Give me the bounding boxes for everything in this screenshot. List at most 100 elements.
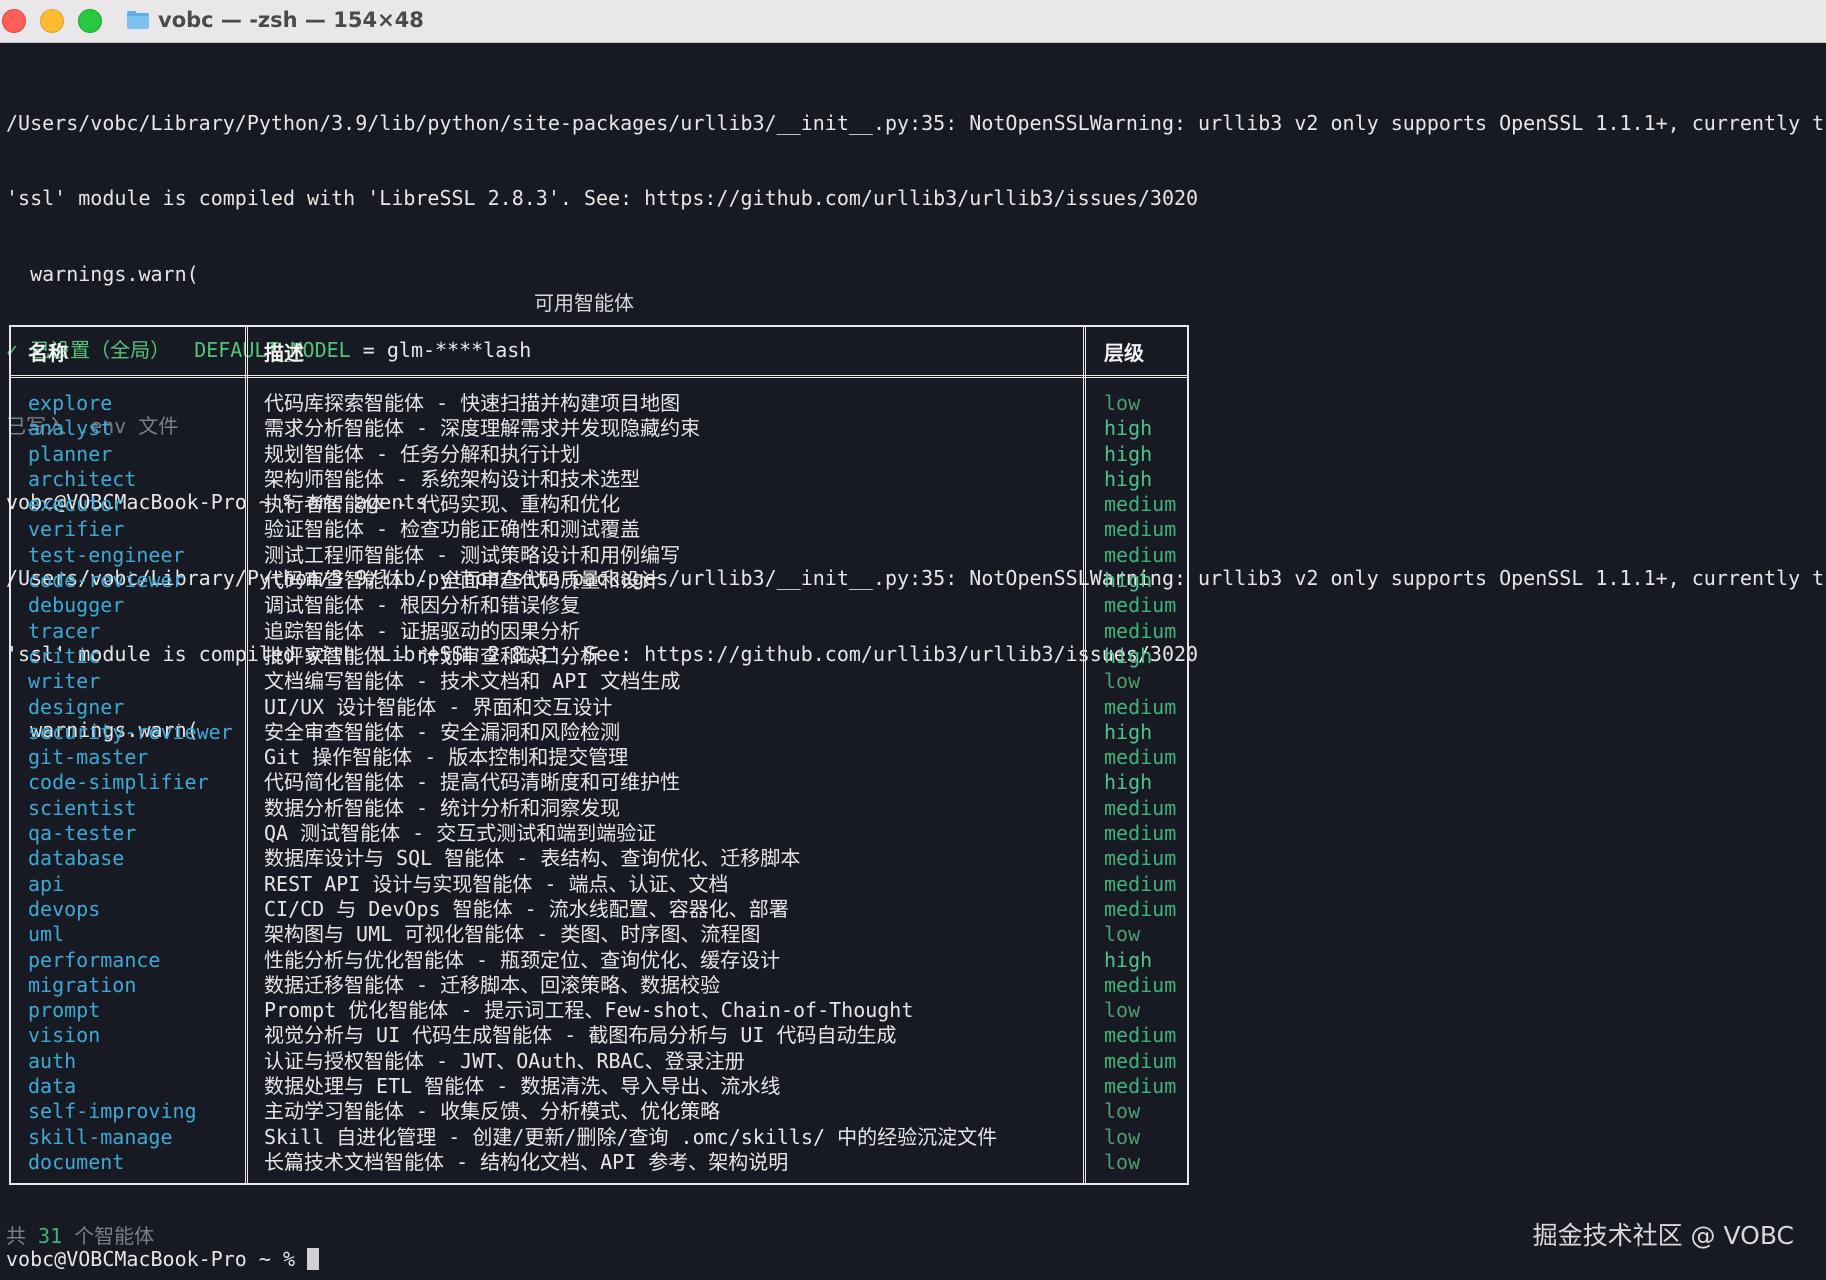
table-row: document 长篇技术文档智能体 - 结构化文档、API 参考、架构说明 low (11, 1150, 1187, 1175)
agent-level: low (1104, 1099, 1141, 1124)
agent-level: high (1104, 568, 1153, 593)
header-level: 层级 (1104, 341, 1144, 365)
agent-level: medium (1104, 618, 1177, 643)
table-row: migration 数据迁移智能体 - 迁移脚本、回滚策略、数据校验 medium (11, 973, 1187, 998)
agent-name: document (28, 1149, 125, 1174)
table-row: performance 性能分析与优化智能体 - 瓶颈定位、查询优化、缓存设计 hi… (11, 948, 1187, 973)
header-desc: 描述 (264, 341, 304, 365)
table-row: test-engineer 测试工程师智能体 - 测试策略设计和用例编写 mediu… (11, 543, 1187, 568)
agent-level: medium (1104, 821, 1177, 846)
agent-name: architect (28, 466, 137, 491)
table-row: uml 架构图与 UML 可视化智能体 - 类图、时序图、流程图 low (11, 922, 1187, 947)
table-row: security-reviewer 安全审查智能体 - 安全漏洞和风险检测 high (11, 720, 1187, 745)
table-row: tracer 追踪智能体 - 证据驱动的因果分析 medium (11, 619, 1187, 644)
agent-name: api (28, 871, 65, 896)
agent-name: scientist (28, 795, 137, 820)
agent-name: writer (28, 669, 101, 694)
agent-level: high (1104, 416, 1153, 441)
watermark: 掘金技术社区 @ VOBC (1532, 1221, 1794, 1250)
table-row: explore 代码库探索智能体 - 快速扫描并构建项目地图 low (11, 391, 1187, 416)
agent-level: low (1104, 1124, 1141, 1149)
agent-description: 代码审查智能体 - 全面审查代码质量和设计 (264, 568, 661, 593)
agent-level: high (1104, 441, 1153, 466)
agent-description: 架构师智能体 - 系统架构设计和技术选型 (264, 466, 641, 491)
agent-level: low (1104, 1149, 1141, 1174)
agent-name: security-reviewer (28, 719, 233, 744)
table-row: vision 视觉分析与 UI 代码生成智能体 - 截图布局分析与 UI 代码自动… (11, 1023, 1187, 1048)
table-row: planner 规划智能体 - 任务分解和执行计划 high (11, 442, 1187, 467)
agent-description: 性能分析与优化智能体 - 瓶颈定位、查询优化、缓存设计 (264, 947, 781, 972)
agent-level: medium (1104, 694, 1177, 719)
agent-level: high (1104, 719, 1153, 744)
table-row: skill-manage Skill 自进化管理 - 创建/更新/删除/查询 .o… (11, 1125, 1187, 1150)
agent-description: 认证与授权智能体 - JWT、OAuth、RBAC、登录注册 (264, 1048, 745, 1073)
agent-description: 数据分析智能体 - 统计分析和洞察发现 (264, 795, 621, 820)
agent-name: prompt (28, 998, 101, 1023)
agent-level: high (1104, 947, 1153, 972)
table-row: verifier 验证智能体 - 检查功能正确性和测试覆盖 medium (11, 517, 1187, 542)
header-name: 名称 (28, 341, 68, 365)
folder-icon (127, 11, 149, 29)
agent-description: Prompt 优化智能体 - 提示词工程、Few-shot、Chain-of-T… (264, 998, 914, 1023)
agent-name: performance (28, 947, 161, 972)
agent-level: medium (1104, 492, 1177, 517)
agent-description: 主动学习智能体 - 收集反馈、分析模式、优化策略 (264, 1099, 721, 1124)
agent-description: 代码库探索智能体 - 快速扫描并构建项目地图 (264, 391, 681, 415)
agent-name: critic (28, 643, 101, 668)
agent-name: executor (28, 492, 125, 517)
agent-description: 安全审查智能体 - 安全漏洞和风险检测 (264, 719, 621, 744)
table-row: code-reviewer 代码审查智能体 - 全面审查代码质量和设计 high (11, 568, 1187, 593)
agent-level: medium (1104, 517, 1177, 542)
agent-level: medium (1104, 795, 1177, 820)
warning-line-3: warnings.warn( (6, 262, 199, 287)
table-caption: 可用智能体 (534, 291, 634, 315)
agent-name: analyst (28, 416, 113, 441)
shell-prompt[interactable]: vobc@VOBCMacBook-Pro ~ % (6, 1247, 320, 1271)
table-row: auth 认证与授权智能体 - JWT、OAuth、RBAC、登录注册 medium (11, 1049, 1187, 1074)
agent-name: designer (28, 694, 125, 719)
agent-description: 执行者智能体 - 代码实现、重构和优化 (264, 492, 621, 517)
agent-level: medium (1104, 871, 1177, 896)
table-row: designer UI/UX 设计智能体 - 界面和交互设计 medium (11, 695, 1187, 720)
agent-description: 调试智能体 - 根因分析和错误修复 (264, 593, 581, 618)
table-row: self-improving 主动学习智能体 - 收集反馈、分析模式、优化策略 lo… (11, 1099, 1187, 1124)
agent-name: qa-tester (28, 821, 137, 846)
zoom-window-button[interactable] (78, 9, 102, 33)
table-row: analyst 需求分析智能体 - 深度理解需求并发现隐藏约束 high (11, 416, 1187, 441)
agent-level: medium (1104, 846, 1177, 871)
agent-level: low (1104, 391, 1141, 415)
agent-name: verifier (28, 517, 125, 542)
agent-name: planner (28, 441, 113, 466)
agent-description: 长篇技术文档智能体 - 结构化文档、API 参考、架构说明 (264, 1149, 789, 1174)
agent-name: migration (28, 972, 137, 997)
agent-description: 代码简化智能体 - 提高代码清晰度和可维护性 (264, 770, 681, 795)
warning-line-2: 'ssl' module is compiled with 'LibreSSL … (6, 186, 1199, 211)
agent-level: low (1104, 998, 1141, 1023)
table-row: api REST API 设计与实现智能体 - 端点、认证、文档 medium (11, 872, 1187, 897)
agent-name: self-improving (28, 1099, 197, 1124)
count-value: 31 (38, 1224, 63, 1248)
close-window-button[interactable] (2, 9, 26, 33)
agents-table: 名称 描述 层级 explore 代码库探索智能体 - 快速扫描并构建项目地图 lo… (9, 325, 1189, 1185)
table-row: writer 文档编写智能体 - 技术文档和 API 文档生成 low (11, 669, 1187, 694)
agent-description: 架构图与 UML 可视化智能体 - 类图、时序图、流程图 (264, 922, 761, 947)
agent-name: git-master (28, 745, 149, 770)
agent-count: 共 31 个智能体 (6, 1220, 154, 1249)
agent-name: tracer (28, 618, 101, 643)
agent-description: 数据迁移智能体 - 迁移脚本、回滚策略、数据校验 (264, 972, 721, 997)
table-row: critic 批评家智能体 - 计划审查和缺口分析 high (11, 644, 1187, 669)
minimize-window-button[interactable] (40, 9, 64, 33)
agent-description: 批评家智能体 - 计划审查和缺口分析 (264, 643, 601, 668)
agent-description: 数据处理与 ETL 智能体 - 数据清洗、导入导出、流水线 (264, 1074, 781, 1099)
agent-level: low (1104, 669, 1141, 694)
agent-description: 测试工程师智能体 - 测试策略设计和用例编写 (264, 542, 681, 567)
agent-level: medium (1104, 1048, 1177, 1073)
agent-level: medium (1104, 745, 1177, 770)
agent-level: high (1104, 643, 1153, 668)
agent-name: test-engineer (28, 542, 185, 567)
table-row: code-simplifier 代码简化智能体 - 提高代码清晰度和可维护性 hig… (11, 770, 1187, 795)
agent-description: 规划智能体 - 任务分解和执行计划 (264, 441, 581, 466)
text-cursor (307, 1248, 320, 1270)
agent-level: medium (1104, 972, 1177, 997)
agent-level: medium (1104, 542, 1177, 567)
